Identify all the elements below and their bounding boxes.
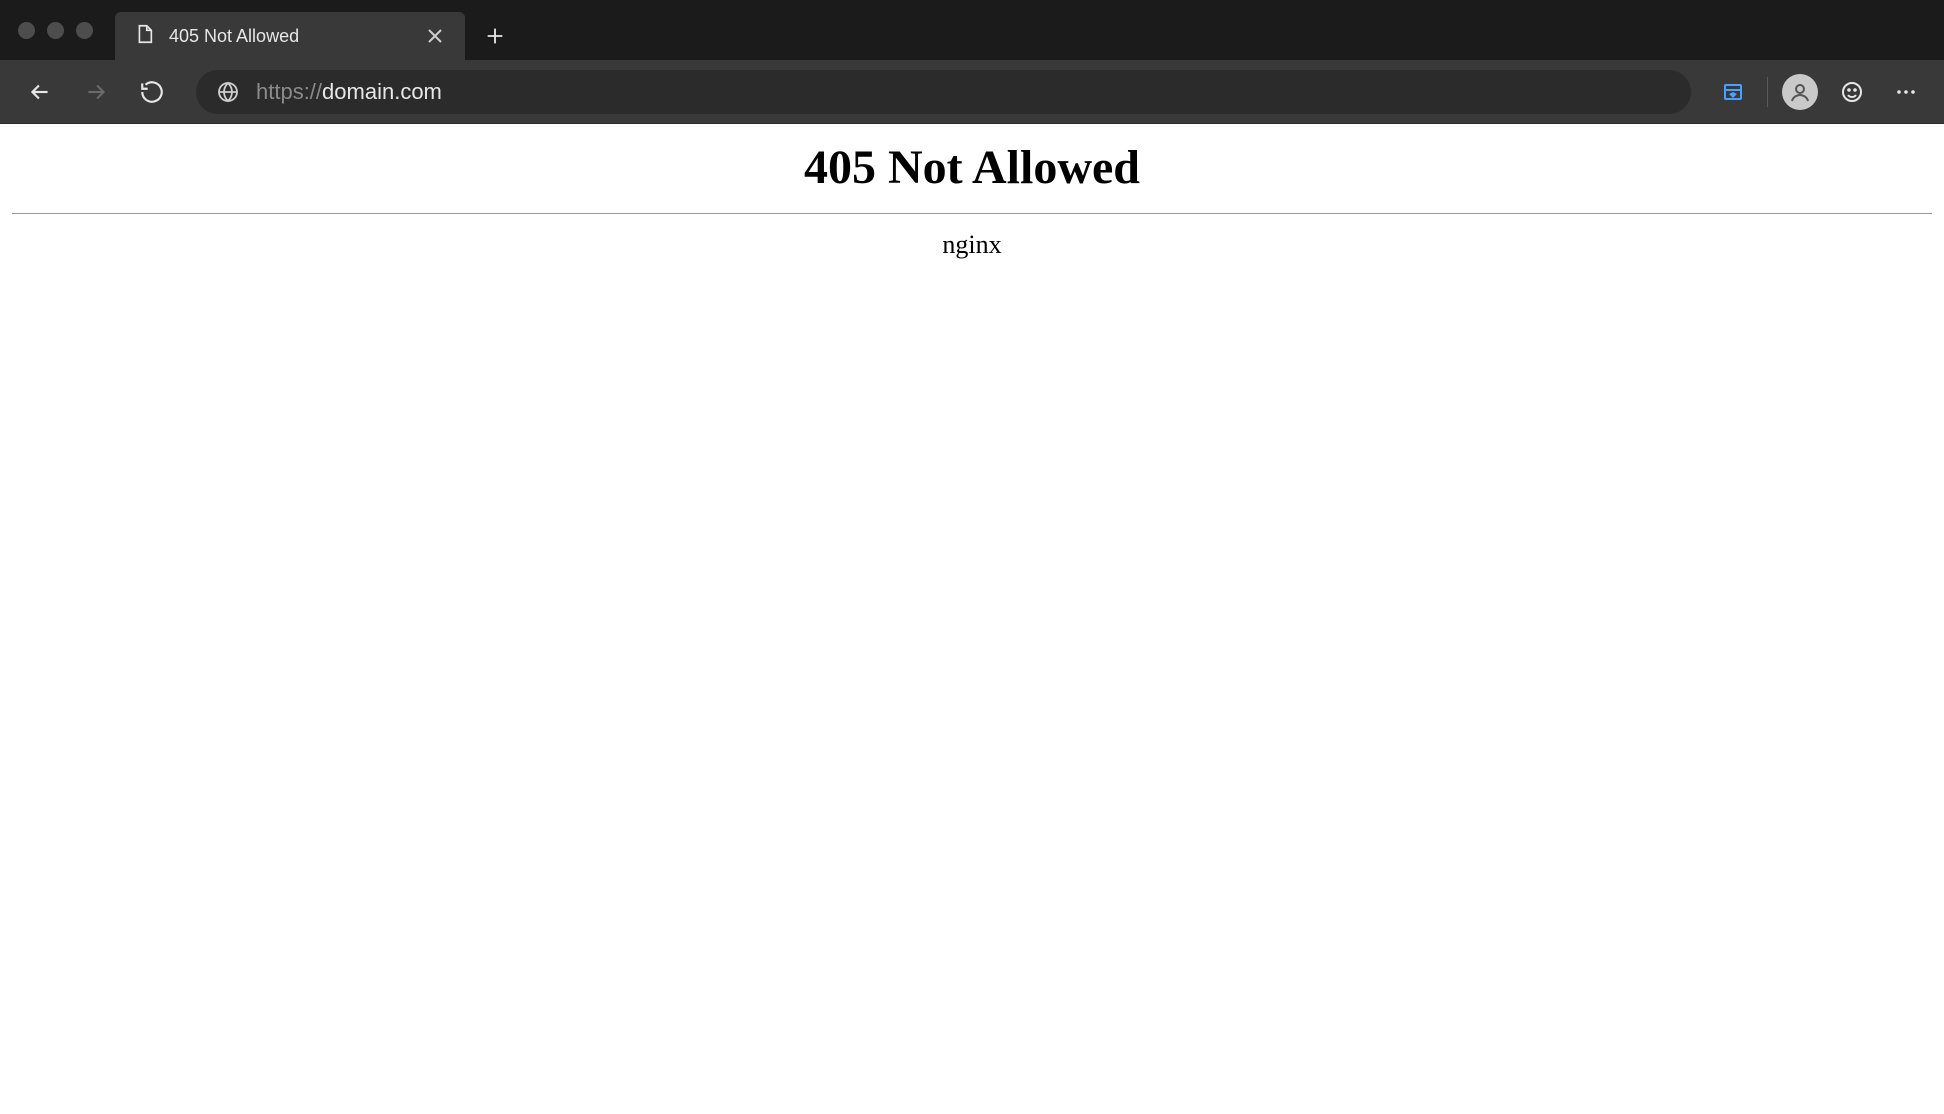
title-bar: 405 Not Allowed [0,0,1944,60]
window-close-button[interactable] [18,22,35,39]
site-identity-icon[interactable] [216,80,240,104]
tracking-prevention-icon[interactable] [1713,72,1753,112]
feedback-smiley-icon[interactable] [1832,72,1872,112]
window-minimize-button[interactable] [47,22,64,39]
url-text[interactable]: https://domain.com [256,79,1671,105]
toolbar-right [1713,72,1926,112]
new-tab-button[interactable] [471,12,519,60]
window-maximize-button[interactable] [76,22,93,39]
error-heading: 405 Not Allowed [10,140,1934,195]
profile-button[interactable] [1782,74,1818,110]
tab-title: 405 Not Allowed [169,26,409,47]
horizontal-rule [12,213,1932,214]
page-content: 405 Not Allowed nginx [0,124,1944,1114]
settings-menu-button[interactable] [1886,72,1926,112]
page-icon [133,23,155,50]
browser-tab[interactable]: 405 Not Allowed [115,12,465,60]
url-scheme: https:// [256,79,322,104]
toolbar-divider [1767,77,1768,107]
close-tab-button[interactable] [423,24,447,48]
back-button[interactable] [18,70,62,114]
address-bar[interactable]: https://domain.com [196,70,1691,114]
forward-button[interactable] [74,70,118,114]
window-controls [18,22,93,39]
url-host: domain.com [322,79,442,104]
server-name: nginx [10,230,1934,260]
browser-toolbar: https://domain.com [0,60,1944,124]
refresh-button[interactable] [130,70,174,114]
